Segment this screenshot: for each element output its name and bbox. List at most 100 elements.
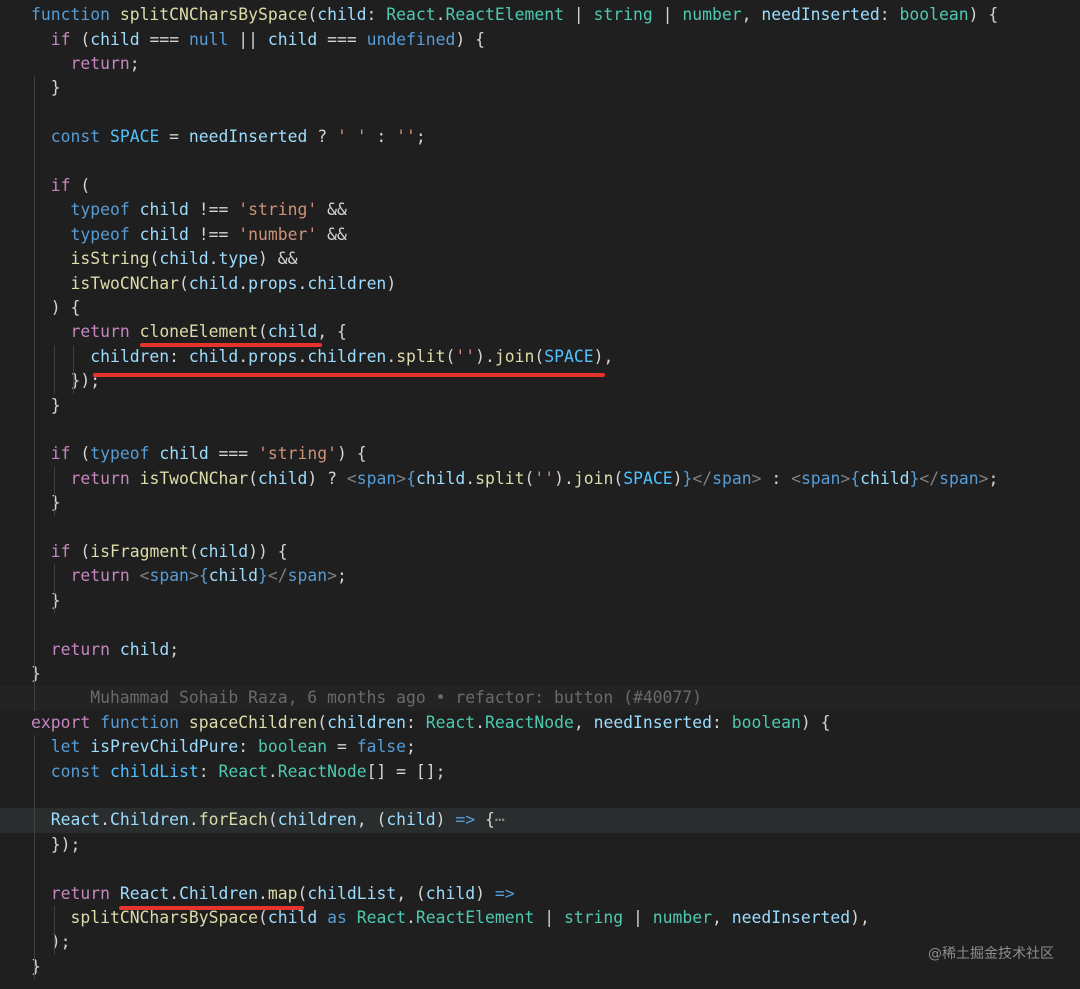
code-token: = <box>327 737 357 757</box>
code-line[interactable]: typeof child !== 'string' && <box>0 198 1080 222</box>
code-token: < <box>791 468 801 488</box>
code-line[interactable]: return child; <box>0 638 1080 662</box>
code-token: . <box>188 810 199 830</box>
code-line[interactable] <box>0 418 1080 442</box>
code-editor[interactable]: ❯ @稀土掘金技术社区 function splitCNCharsBySpace… <box>0 0 1080 989</box>
code-line[interactable]: } <box>0 394 1080 418</box>
code-line[interactable]: children: child.props.children.split('')… <box>0 345 1080 369</box>
code-token: => <box>455 810 476 830</box>
code-token: if <box>50 542 71 561</box>
code-line[interactable]: function splitCNCharsBySpace(child: Reac… <box>0 3 1080 27</box>
code-token: ( <box>258 322 268 342</box>
code-token: 'string' <box>238 200 318 220</box>
code-token: { <box>475 810 495 830</box>
code-token: . <box>475 712 486 732</box>
code-token: needInserted <box>731 908 851 927</box>
code-line[interactable]: if (child === null || child === undefine… <box>0 28 1080 52</box>
code-token: } <box>31 78 61 98</box>
code-token: > <box>840 468 851 488</box>
code-line[interactable]: } <box>0 76 1080 100</box>
code-token: } <box>258 566 268 586</box>
code-token: function <box>100 712 180 732</box>
code-line[interactable]: } <box>0 491 1080 515</box>
code-token: } <box>31 956 41 976</box>
code-line[interactable]: export function spaceChildren(children: … <box>0 711 1080 735</box>
code-token: ( <box>297 883 308 903</box>
code-token: child <box>267 908 318 927</box>
code-token: ( <box>317 712 328 732</box>
code-token: ( <box>70 176 91 195</box>
code-line[interactable]: return isTwoCNChar(child) ? <span>{child… <box>0 467 1080 491</box>
code-token: child <box>90 29 140 49</box>
code-token: boolean <box>258 737 328 757</box>
indent-guide <box>53 564 55 614</box>
code-line[interactable]: } <box>0 589 1080 613</box>
code-line[interactable] <box>0 784 1080 808</box>
code-token: child <box>159 444 209 464</box>
code-token: string <box>563 908 624 927</box>
code-line[interactable] <box>0 516 1080 540</box>
code-token: . <box>297 346 308 366</box>
code-line[interactable]: if (isFragment(child)) { <box>0 540 1080 564</box>
code-token: React <box>425 712 476 732</box>
code-token: . <box>169 883 180 903</box>
code-token: ; <box>406 737 416 757</box>
code-text: isString(child.type) && <box>31 247 297 271</box>
code-token: ) <box>672 468 683 488</box>
code-text: return React.Children.map(childList, (ch… <box>31 882 515 906</box>
git-blame-annotation[interactable]: Muhammad Sohaib Raza, 6 months ago • ref… <box>0 686 1080 711</box>
code-text: isTwoCNChar(child.props.children) <box>31 272 396 296</box>
code-token: ReactElement <box>415 908 535 927</box>
code-line[interactable]: return React.Children.map(childList, (ch… <box>0 882 1080 906</box>
code-text: React.Children.forEach(children, (child)… <box>31 808 505 832</box>
code-line[interactable]: isString(child.type) && <box>0 247 1080 271</box>
code-token: ( <box>445 346 456 366</box>
underline-clone-element <box>140 343 322 347</box>
code-line[interactable]: ) { <box>0 296 1080 320</box>
code-token: , <box>741 5 762 25</box>
code-token: ; <box>129 54 140 73</box>
code-line[interactable]: isTwoCNChar(child.props.children) <box>0 272 1080 296</box>
code-token: let <box>50 737 81 757</box>
code-line[interactable] <box>0 101 1080 125</box>
code-line[interactable]: return <span>{child}</span>; <box>0 564 1080 588</box>
code-token: if <box>50 176 71 195</box>
code-line[interactable] <box>0 613 1080 637</box>
code-line[interactable]: ); <box>0 930 1080 954</box>
code-text: } <box>31 589 61 613</box>
code-line[interactable]: const childList: React.ReactNode[] = []; <box>0 760 1080 784</box>
code-token: boolean <box>899 5 969 25</box>
code-line[interactable]: React.Children.forEach(children, (child)… <box>0 808 1080 833</box>
code-token: child <box>860 468 910 488</box>
code-line[interactable]: if (typeof child === 'string') { <box>0 442 1080 466</box>
code-line[interactable]: const SPACE = needInserted ? ' ' : ''; <box>0 125 1080 149</box>
code-text: if (typeof child === 'string') { <box>31 442 367 466</box>
code-line[interactable] <box>0 150 1080 174</box>
code-line[interactable]: return cloneElement(child, { <box>0 320 1080 344</box>
code-token: ; <box>169 639 180 659</box>
code-line[interactable]: if ( <box>0 174 1080 198</box>
code-line[interactable] <box>0 857 1080 881</box>
code-line[interactable]: return; <box>0 52 1080 76</box>
code-line[interactable]: typeof child !== 'number' && <box>0 223 1080 247</box>
code-line[interactable]: } <box>0 955 1080 979</box>
code-token: as <box>327 908 347 927</box>
code-token: ( <box>179 273 189 293</box>
code-token: span <box>149 566 189 586</box>
underline-children-map <box>119 906 304 910</box>
code-line[interactable]: let isPrevChildPure: boolean = false; <box>0 735 1080 759</box>
code-line[interactable]: } <box>0 662 1080 686</box>
code-token: child <box>188 346 239 366</box>
code-line[interactable]: }); <box>0 833 1080 857</box>
code-token: ⋯ <box>494 810 505 830</box>
